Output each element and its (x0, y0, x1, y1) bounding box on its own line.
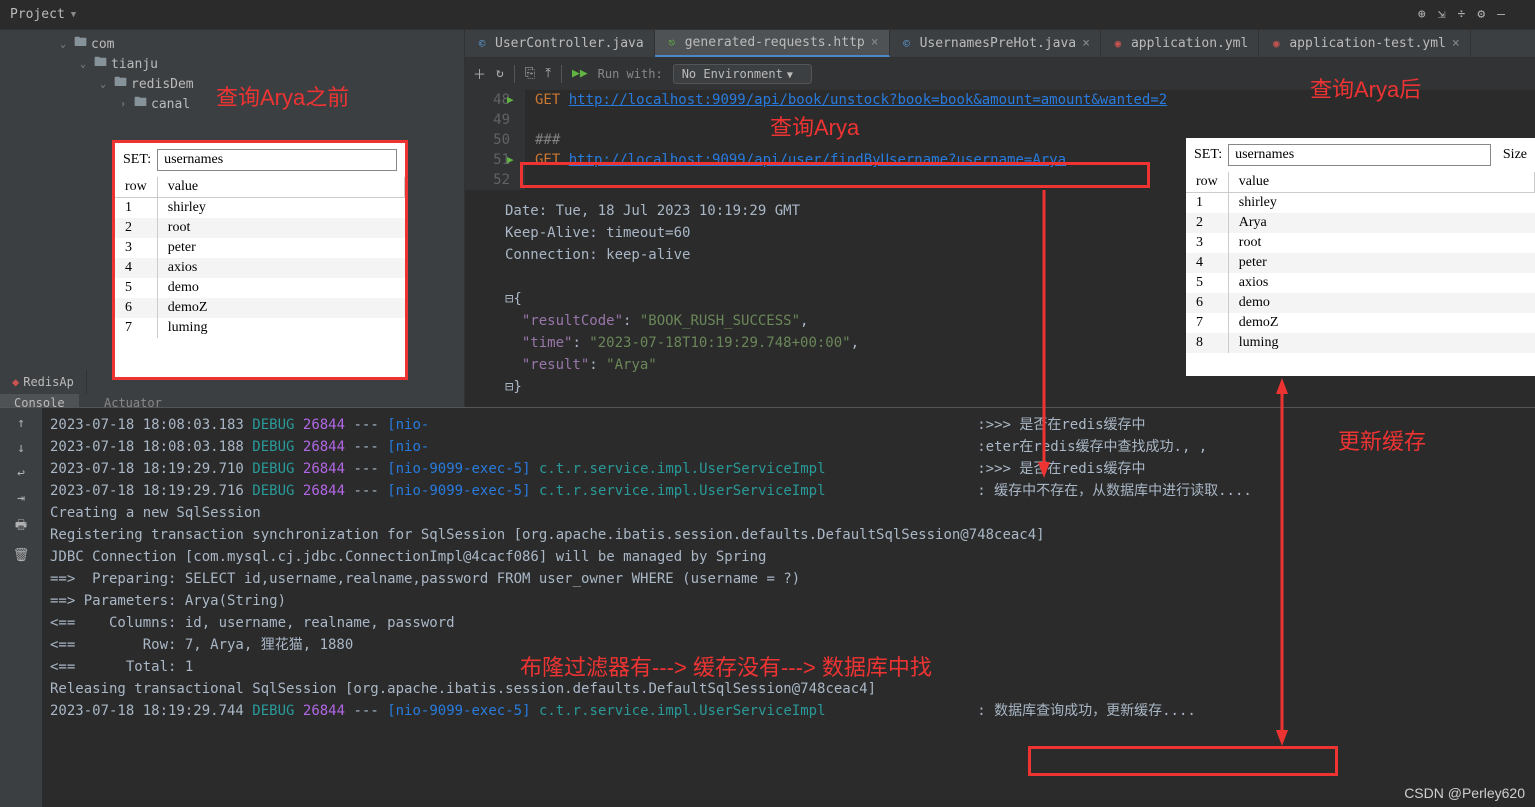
scroll-end-icon[interactable]: ⇥ (17, 491, 25, 506)
annotation-before: 查询Arya之前 (216, 80, 349, 112)
redis-panel-before: SET: rowvalue 1shirley2root3peter4axios5… (112, 140, 408, 380)
table-row[interactable]: 3peter (115, 238, 405, 258)
close-icon[interactable]: × (1082, 36, 1090, 51)
close-icon[interactable]: × (1452, 36, 1460, 51)
console-line: 2023-07-18 18:19:29.710 DEBUG 26844 --- … (50, 458, 1527, 480)
watermark: CSDN @Perley620 (1404, 785, 1525, 801)
code-line[interactable] (535, 170, 1167, 190)
table-row[interactable]: 3root (1186, 233, 1535, 253)
annotation-flow: 布隆过滤器有---> 缓存没有---> 数据库中找 (520, 650, 932, 682)
console-line: 2023-07-18 18:08:03.188 DEBUG 26844 --- … (50, 436, 1527, 458)
run-line-icon[interactable]: ▶ (507, 150, 514, 170)
tab-usercontroller[interactable]: ©UserController.java (465, 30, 655, 57)
table-row[interactable]: 1shirley (115, 198, 405, 219)
annotation-query: 查询Arya (770, 110, 859, 142)
tab-generated-requests[interactable]: ⎋generated-requests.http× (655, 30, 890, 57)
tab-usernamesprehot[interactable]: ©UsernamesPreHot.java× (890, 30, 1101, 57)
tree-node-com[interactable]: ⌄🖿com (0, 34, 464, 54)
top-bar: Project ▼ ⊕ ⇲ ÷ ⚙ — (0, 0, 1535, 30)
tab-application-yml[interactable]: ◉application.yml (1101, 30, 1259, 57)
code-line[interactable]: GET http://localhost:9099/api/book/unsto… (535, 90, 1167, 110)
console-line: <== Columns: id, username, realname, pas… (50, 612, 1527, 634)
history-icon[interactable]: ↻ (496, 66, 504, 81)
table-row[interactable]: 6demo (1186, 293, 1535, 313)
annotation-update: 更新缓存 (1338, 424, 1426, 456)
table-row[interactable]: 4peter (1186, 253, 1535, 273)
tab-application-test-yml[interactable]: ◉application-test.yml× (1259, 30, 1470, 57)
table-row[interactable]: 5axios (1186, 273, 1535, 293)
redis-table-after: rowvalue 1shirley2Arya3root4peter5axios6… (1186, 172, 1535, 353)
run-line-icon[interactable]: ▶ (507, 90, 514, 110)
table-row[interactable]: 2Arya (1186, 213, 1535, 233)
console-line: Creating a new SqlSession (50, 502, 1527, 524)
redis-panel-after: SET: Size rowvalue 1shirley2Arya3root4pe… (1186, 138, 1535, 376)
chevron-down-icon[interactable]: ▼ (71, 10, 76, 20)
set-label: SET: (123, 152, 151, 168)
annotation-after: 查询Arya后 (1310, 72, 1421, 104)
table-row[interactable]: 6demoZ (115, 298, 405, 318)
http-icon: ⎋ (665, 36, 679, 50)
table-row[interactable]: 1shirley (1186, 193, 1535, 214)
table-row[interactable]: 4axios (115, 258, 405, 278)
redis-icon: ◆ (12, 375, 19, 389)
tool-tab-redis[interactable]: ◆RedisAp (0, 370, 87, 394)
java-icon: © (900, 37, 914, 51)
import-icon[interactable]: ⎘ (525, 66, 535, 81)
expand-icon[interactable]: ⇲ (1438, 7, 1446, 22)
scroll-up-icon[interactable]: ↑ (17, 416, 25, 431)
console-panel: ↑ ↓ ↩ ⇥ 🖶 🗑 2023-07-18 18:08:03.183 DEBU… (0, 407, 1535, 807)
yml-icon: ◉ (1111, 37, 1125, 51)
run-all-icon[interactable]: ▶▶ (572, 66, 588, 81)
scroll-down-icon[interactable]: ↓ (17, 441, 25, 456)
gear-icon[interactable]: ⚙ (1477, 7, 1485, 22)
table-row[interactable]: 7luming (115, 318, 405, 338)
console-line: 2023-07-18 18:08:03.183 DEBUG 26844 --- … (50, 414, 1527, 436)
table-row[interactable]: 5demo (115, 278, 405, 298)
soft-wrap-icon[interactable]: ↩ (17, 466, 25, 481)
console-line: 2023-07-18 18:19:29.744 DEBUG 26844 --- … (50, 700, 1527, 722)
export-icon[interactable]: ⤒ (545, 66, 551, 81)
size-label: Size (1503, 147, 1527, 163)
set-label: SET: (1194, 147, 1222, 163)
chevron-down-icon: ▼ (787, 70, 793, 81)
print-icon[interactable]: 🖶 (15, 516, 27, 538)
redis-table-before: rowvalue 1shirley2root3peter4axios5demo6… (115, 177, 405, 338)
table-row[interactable]: 2root (115, 218, 405, 238)
json-close: ⊟} (505, 376, 1515, 398)
hide-icon[interactable]: — (1497, 7, 1505, 22)
folder-icon: 🖿 (74, 33, 87, 55)
close-icon[interactable]: × (871, 35, 879, 50)
env-select[interactable]: No Environment▼ (673, 64, 812, 84)
java-icon: © (475, 37, 489, 51)
console-line: ==> Parameters: Arya(String) (50, 590, 1527, 612)
editor-tabs: ©UserController.java ⎋generated-requests… (465, 30, 1535, 58)
set-key-input[interactable] (157, 149, 397, 171)
folder-icon: 🖿 (114, 73, 127, 95)
console-line: JDBC Connection [com.mysql.cj.jdbc.Conne… (50, 546, 1527, 568)
table-row[interactable]: 8luming (1186, 333, 1535, 353)
folder-icon: 🖿 (134, 93, 147, 115)
yml-icon: ◉ (1269, 37, 1283, 51)
code-line[interactable]: GET http://localhost:9099/api/user/findB… (535, 150, 1167, 170)
console-line: 2023-07-18 18:19:29.716 DEBUG 26844 --- … (50, 480, 1527, 502)
console-line: Registering transaction synchronization … (50, 524, 1527, 546)
folder-icon: 🖿 (94, 53, 107, 75)
target-icon[interactable]: ⊕ (1418, 7, 1426, 22)
add-icon[interactable]: ＋ (473, 64, 486, 83)
set-key-input[interactable] (1228, 144, 1491, 166)
tree-node-tianju[interactable]: ⌄🖿tianju (0, 54, 464, 74)
table-row[interactable]: 7demoZ (1186, 313, 1535, 333)
trash-icon[interactable]: 🗑 (13, 548, 30, 563)
run-with-label: Run with: (598, 67, 663, 81)
project-label[interactable]: Project (10, 7, 65, 22)
collapse-icon[interactable]: ÷ (1458, 7, 1466, 22)
console-line: ==> Preparing: SELECT id,username,realna… (50, 568, 1527, 590)
